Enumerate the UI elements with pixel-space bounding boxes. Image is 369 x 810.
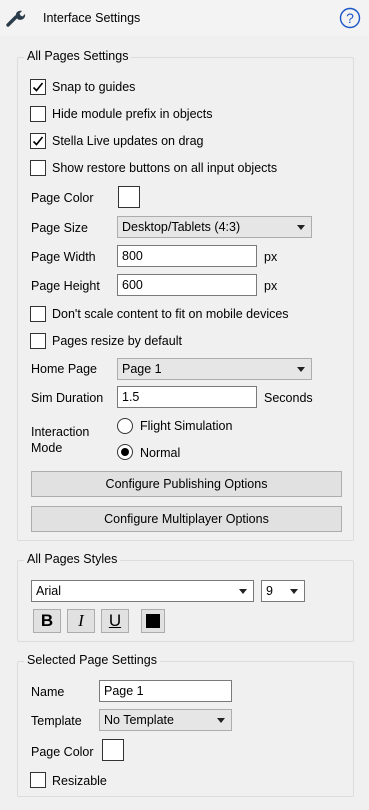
template-label: Template <box>31 714 82 728</box>
home-page-label: Home Page <box>31 362 98 376</box>
all-pages-styles-title: All Pages Styles <box>24 552 121 566</box>
interaction-mode-label-line2: Mode <box>31 441 63 455</box>
font-family-dropdown[interactable]: Arial <box>31 580 254 602</box>
home-page-dropdown[interactable]: Page 1 <box>117 358 312 380</box>
page-width-unit: px <box>264 250 278 264</box>
page-name-label: Name <box>31 685 65 699</box>
pages-resize-checkbox[interactable] <box>30 333 46 349</box>
hide-module-prefix-label: Hide module prefix in objects <box>52 107 213 121</box>
page-color-swatch[interactable] <box>118 186 140 208</box>
pages-resize-label: Pages resize by default <box>52 334 182 348</box>
chevron-down-icon <box>297 225 305 230</box>
normal-radio[interactable] <box>117 444 133 460</box>
font-size-dropdown[interactable]: 9 <box>261 580 305 602</box>
stella-live-updates-checkbox[interactable] <box>30 133 46 149</box>
resizable-checkbox[interactable] <box>30 772 46 788</box>
flight-simulation-label: Flight Simulation <box>140 419 233 433</box>
page-size-dropdown[interactable]: Desktop/Tablets (4:3) <box>117 216 312 238</box>
configure-publishing-button[interactable]: Configure Publishing Options <box>31 471 342 497</box>
page-height-unit: px <box>264 279 278 293</box>
template-value: No Template <box>104 713 174 727</box>
svg-text:?: ? <box>346 10 354 26</box>
interaction-mode-label-line1: Interaction <box>31 425 90 439</box>
sim-duration-label: Sim Duration <box>31 391 104 405</box>
show-restore-buttons-label: Show restore buttons on all input object… <box>52 161 278 175</box>
dont-scale-checkbox[interactable] <box>30 306 46 322</box>
selected-page-color-label: Page Color <box>31 745 94 759</box>
text-color-button[interactable] <box>141 609 165 633</box>
wrench-icon <box>5 8 27 31</box>
page-height-input[interactable]: 600 <box>117 274 257 296</box>
configure-multiplayer-button[interactable]: Configure Multiplayer Options <box>31 506 342 532</box>
underline-button[interactable]: U <box>101 609 129 633</box>
italic-button[interactable]: I <box>67 609 95 633</box>
page-size-value: Desktop/Tablets (4:3) <box>122 220 241 234</box>
page-width-label: Page Width <box>31 250 96 264</box>
snap-to-guides-checkbox[interactable] <box>30 79 46 95</box>
font-family-value: Arial <box>36 584 62 598</box>
all-pages-settings-title: All Pages Settings <box>24 49 132 63</box>
template-dropdown[interactable]: No Template <box>99 709 232 731</box>
selected-page-settings-title: Selected Page Settings <box>24 653 160 667</box>
home-page-value: Page 1 <box>122 362 162 376</box>
page-name-input[interactable]: Page 1 <box>99 680 232 702</box>
chevron-down-icon <box>297 367 305 372</box>
show-restore-buttons-checkbox[interactable] <box>30 160 46 176</box>
hide-module-prefix-checkbox[interactable] <box>30 106 46 122</box>
help-icon[interactable]: ? <box>339 7 361 32</box>
flight-simulation-radio[interactable] <box>117 418 133 434</box>
snap-to-guides-label: Snap to guides <box>52 80 136 94</box>
dont-scale-label: Don't scale content to fit on mobile dev… <box>52 307 289 321</box>
title-bar: Interface Settings ? <box>0 0 369 36</box>
sim-duration-unit: Seconds <box>264 391 313 405</box>
chevron-down-icon <box>239 589 247 594</box>
all-pages-settings-group <box>17 57 354 541</box>
normal-label: Normal <box>140 446 181 460</box>
panel-title: Interface Settings <box>43 11 141 25</box>
page-color-label: Page Color <box>31 191 94 205</box>
page-width-input[interactable]: 800 <box>117 245 257 267</box>
font-size-value: 9 <box>266 584 273 598</box>
resizable-label: Resizable <box>52 774 107 788</box>
chevron-down-icon <box>217 718 225 723</box>
page-height-label: Page Height <box>31 279 100 293</box>
text-color-swatch <box>146 614 160 628</box>
sim-duration-input[interactable]: 1.5 <box>117 386 257 408</box>
stella-live-updates-label: Stella Live updates on drag <box>52 134 204 148</box>
selected-page-color-swatch[interactable] <box>102 739 124 761</box>
radio-selected-dot <box>121 448 129 456</box>
bold-button[interactable]: B <box>33 609 61 633</box>
page-size-label: Page Size <box>31 221 88 235</box>
chevron-down-icon <box>290 589 298 594</box>
